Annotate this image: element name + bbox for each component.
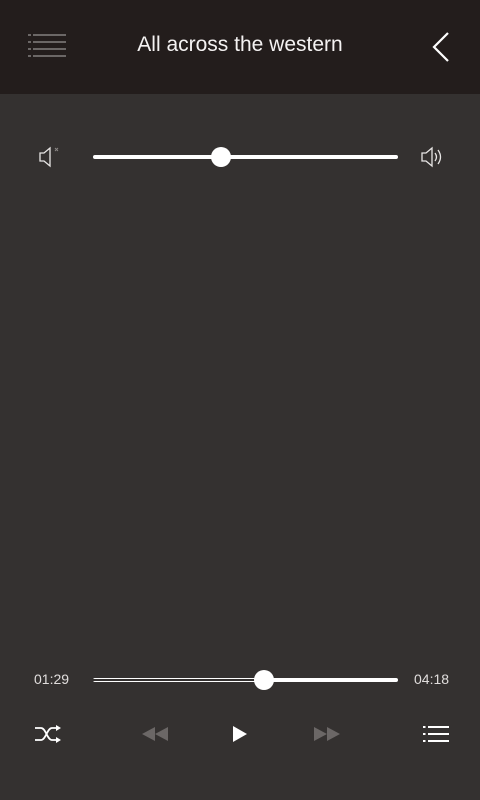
shuffle-icon <box>35 725 61 743</box>
volume-thumb[interactable] <box>211 147 232 167</box>
seek-slider[interactable] <box>93 670 398 690</box>
seek-progress-fill <box>93 679 264 681</box>
total-time: 04:18 <box>414 671 450 687</box>
playlist-icon <box>423 726 449 742</box>
speaker-mute-icon <box>39 146 59 168</box>
fast-forward-icon <box>314 727 340 741</box>
play-icon <box>233 726 247 742</box>
menu-button[interactable] <box>28 32 68 62</box>
volume-slider[interactable] <box>93 147 398 167</box>
volume-max-button[interactable] <box>420 146 446 168</box>
seek-thumb[interactable] <box>253 670 274 690</box>
shuffle-button[interactable] <box>32 720 64 748</box>
volume-min-button[interactable] <box>38 146 64 168</box>
rewind-icon <box>142 727 168 741</box>
volume-track <box>93 155 398 159</box>
elapsed-time: 01:29 <box>34 671 70 687</box>
play-button[interactable] <box>226 720 254 748</box>
rewind-button[interactable] <box>138 720 172 748</box>
menu-icon <box>28 34 66 57</box>
speaker-loud-icon <box>421 146 442 168</box>
playlist-button[interactable] <box>420 720 452 748</box>
fast-forward-button[interactable] <box>310 720 344 748</box>
back-button[interactable] <box>424 30 458 64</box>
song-title: All across the western <box>137 33 343 56</box>
top-bar: All across the western <box>0 0 480 94</box>
chevron-left-icon <box>432 32 449 62</box>
